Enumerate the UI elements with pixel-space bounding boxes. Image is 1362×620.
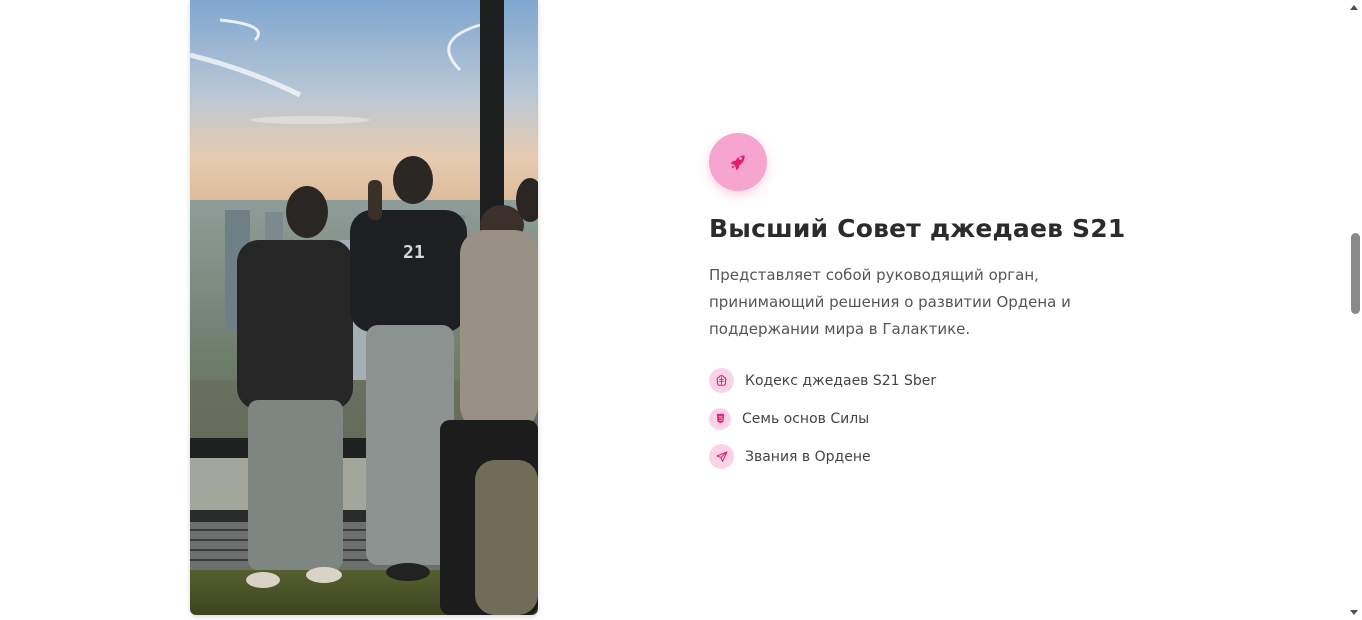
brain-icon bbox=[709, 368, 734, 393]
page-scrollbar[interactable] bbox=[1347, 0, 1362, 620]
paper-plane-icon bbox=[709, 444, 734, 469]
rocket-icon bbox=[730, 155, 745, 171]
list-item-label: Звания в Ордене bbox=[745, 448, 871, 465]
list-item-label: Семь основ Силы bbox=[742, 410, 870, 427]
rocket-badge bbox=[709, 133, 767, 191]
list-item-ranks[interactable]: Звания в Ордене bbox=[709, 444, 936, 469]
html5-icon bbox=[709, 407, 731, 430]
team-photo: 21 bbox=[190, 0, 538, 615]
shirt-print: 21 bbox=[403, 242, 425, 263]
section-title: Высший Совет джедаев S21 bbox=[709, 214, 1126, 243]
section-description: Представляет собой руководящий орган, пр… bbox=[709, 266, 1071, 338]
scrollbar-thumb[interactable] bbox=[1351, 233, 1360, 314]
list-item-seven-foundations[interactable]: Семь основ Силы bbox=[709, 406, 936, 431]
feature-list: Кодекс джедаев S21 Sber Семь основ Силы … bbox=[709, 368, 936, 482]
scroll-up-arrow-icon[interactable] bbox=[1350, 5, 1358, 10]
scroll-down-arrow-icon[interactable] bbox=[1350, 610, 1358, 615]
list-item-label: Кодекс джедаев S21 Sber bbox=[745, 372, 937, 389]
list-item-codex[interactable]: Кодекс джедаев S21 Sber bbox=[709, 368, 936, 393]
